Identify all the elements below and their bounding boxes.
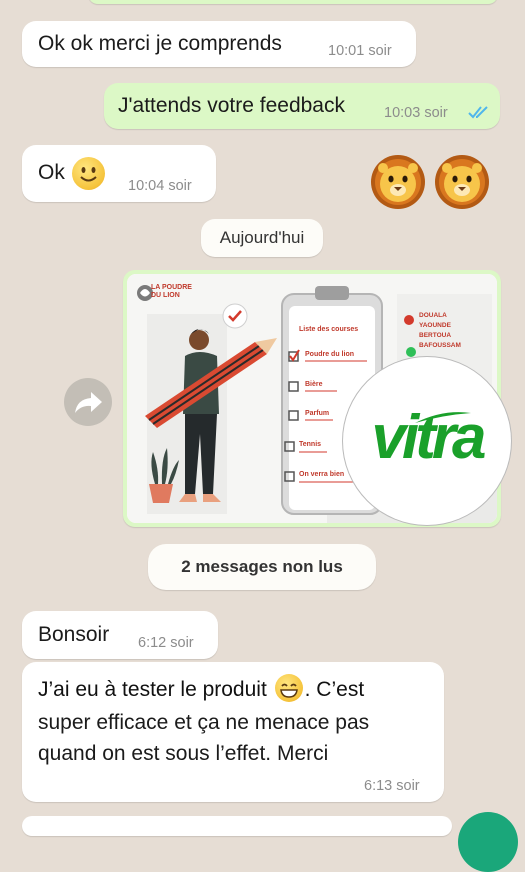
shopping-list-item: Bière — [305, 381, 323, 388]
unread-messages-label: 2 messages non lus — [181, 557, 343, 576]
message-text: Ok ok merci je comprends — [38, 32, 282, 55]
city-label: YAOUNDE — [419, 322, 451, 329]
city-label: BERTOUA — [419, 332, 452, 339]
message-time: 6:13 soir — [364, 778, 420, 794]
lion-face-emoji-1 — [371, 155, 425, 209]
shopping-list-item: On verra bien — [299, 471, 345, 478]
scroll-to-bottom-button[interactable] — [458, 812, 518, 872]
watermark-logo: vitra — [343, 357, 511, 525]
smiling-face-emoji — [72, 157, 105, 190]
shopping-list-title: Liste des courses — [299, 326, 359, 333]
shopping-list-item: Tennis — [299, 441, 322, 448]
message-text: J'attends votre feedback — [118, 94, 345, 117]
message-text-line-3: quand on est sous l’effet. Merci — [38, 742, 329, 765]
message-text: Ok — [38, 161, 65, 184]
date-divider: Aujourd'hui — [201, 219, 323, 257]
brand-logo-text: LA POUDRE DU LION — [151, 284, 192, 299]
shopping-list-item: Poudre du lion — [305, 351, 354, 358]
message-text: Bonsoir — [38, 623, 110, 646]
watermark-swoosh — [415, 412, 471, 423]
date-divider-label: Aujourd'hui — [219, 228, 305, 247]
next-message-edge — [22, 816, 452, 836]
lion-face-emoji-2 — [435, 155, 489, 209]
message-incoming[interactable]: Ok ok merci je comprends 10:01 soir — [22, 21, 416, 67]
message-text-line-2: super efficace et ça ne menace pas — [38, 711, 370, 734]
message-incoming[interactable]: Bonsoir 6:12 soir — [22, 611, 218, 659]
message-text: J’ai eu à tester le produit — [38, 678, 267, 701]
message-incoming[interactable]: Ok 10:04 soir — [22, 145, 216, 202]
message-time: 10:03 soir — [384, 105, 448, 121]
shopping-list-item: Parfum — [305, 410, 330, 417]
forward-button[interactable] — [64, 378, 112, 426]
message-outgoing[interactable]: J'attends votre feedback 10:03 soir — [104, 83, 500, 129]
grinning-face-emoji — [274, 674, 303, 702]
message-time: 10:04 soir — [128, 178, 192, 194]
message-time: 6:12 soir — [138, 635, 194, 651]
double-check-read-icon — [468, 106, 488, 119]
message-time: 10:01 soir — [328, 43, 392, 59]
unread-messages-banner: 2 messages non lus — [148, 544, 376, 590]
city-label: DOUALA — [419, 312, 447, 319]
forward-icon — [75, 392, 102, 413]
message-text: . C’est — [304, 678, 365, 701]
city-label: BAFOUSSAM — [419, 342, 461, 349]
message-text-line-1: J’ai eu à tester le produit . C’est — [38, 674, 364, 705]
message-incoming[interactable]: J’ai eu à tester le produit . C’est supe… — [22, 662, 444, 802]
lion-emoji-message[interactable] — [370, 154, 494, 214]
previous-message-edge — [88, 0, 498, 4]
